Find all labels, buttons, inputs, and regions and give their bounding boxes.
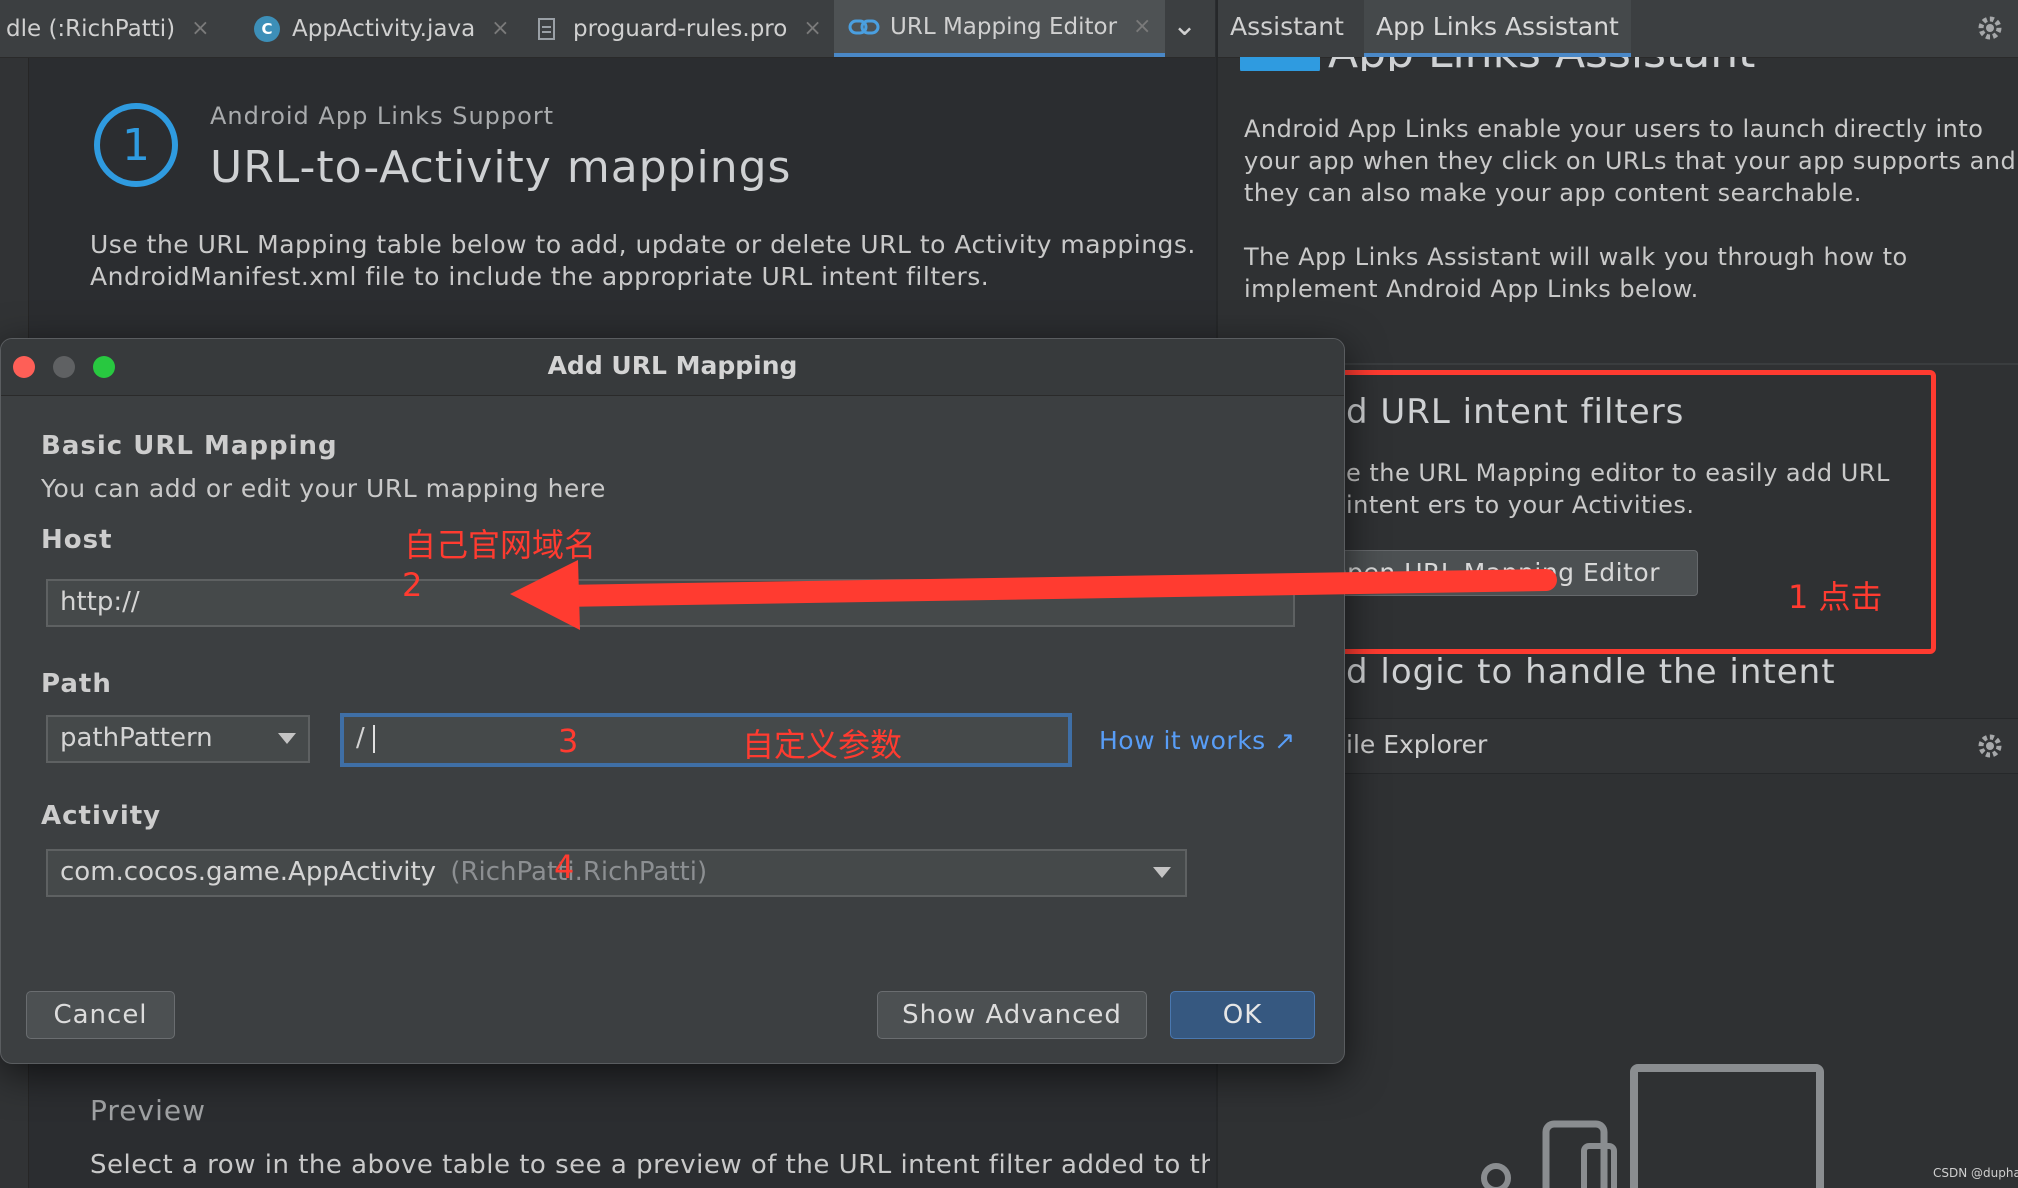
tab-appactivity-java[interactable]: C AppActivity.java × bbox=[254, 0, 510, 57]
annotation-number-3: 3 bbox=[558, 722, 579, 760]
add-url-mapping-dialog: Add URL Mapping Basic URL Mapping You ca… bbox=[0, 338, 1345, 1064]
annotation-domain-note: 自己官网域名 bbox=[404, 526, 597, 564]
tab-label: App Links Assistant bbox=[1376, 12, 1619, 41]
close-icon[interactable]: × bbox=[1133, 14, 1151, 39]
close-icon[interactable]: × bbox=[491, 16, 509, 41]
file-explorer-label[interactable]: ile Explorer bbox=[1346, 730, 1487, 759]
gear-icon[interactable] bbox=[1976, 14, 2004, 42]
path-label: Path bbox=[41, 669, 112, 699]
annotation-param-note: 自定义参数 bbox=[742, 726, 903, 764]
tab-label: proguard-rules.pro bbox=[573, 15, 788, 42]
annotation-number-4: 4 bbox=[554, 848, 575, 886]
tab-label: dle (:RichPatti) bbox=[6, 15, 176, 42]
cancel-button[interactable]: Cancel bbox=[26, 991, 175, 1039]
ok-button[interactable]: OK bbox=[1170, 991, 1315, 1039]
tab-label: AppActivity.java bbox=[292, 15, 476, 42]
text-cursor bbox=[373, 724, 376, 753]
dialog-titlebar: Add URL Mapping bbox=[1, 339, 1344, 396]
assistant-header-clipped: App Links Assistant bbox=[1240, 57, 2000, 71]
path-type-select[interactable]: pathPattern bbox=[46, 715, 310, 763]
page-title: URL-to-Activity mappings bbox=[210, 142, 792, 193]
host-input[interactable]: http:// bbox=[46, 579, 1295, 627]
close-icon[interactable]: × bbox=[803, 16, 821, 41]
app-links-logo-icon bbox=[1240, 57, 1320, 71]
link-icon bbox=[848, 19, 880, 34]
show-advanced-button[interactable]: Show Advanced bbox=[877, 991, 1147, 1039]
section-label: Android App Links Support bbox=[210, 102, 555, 130]
host-label: Host bbox=[41, 525, 113, 555]
annotation-number-2: 2 bbox=[402, 566, 423, 604]
devices-illustration-icon bbox=[1481, 1064, 1824, 1188]
section-title: Basic URL Mapping bbox=[41, 431, 338, 461]
how-it-works-link[interactable]: How it works ↗ bbox=[1099, 726, 1296, 755]
dropdown-arrow-icon bbox=[278, 733, 296, 744]
host-value: http:// bbox=[60, 587, 140, 617]
step-number-circle: 1 bbox=[94, 103, 178, 187]
assistant-header: App Links Assistant bbox=[1328, 57, 1755, 71]
preview-description: Select a row in the above table to see a… bbox=[90, 1150, 1210, 1180]
assistant-intro-1: Android App Links enable your users to l… bbox=[1244, 115, 2017, 207]
path-type-value: pathPattern bbox=[60, 723, 213, 753]
step-number: 1 bbox=[122, 119, 150, 171]
tab-label: URL Mapping Editor bbox=[890, 13, 1118, 40]
activity-label: Activity bbox=[41, 801, 162, 831]
editor-description-1: Use the URL Mapping table below to add, … bbox=[90, 230, 1196, 259]
tab-proguard-rules[interactable]: proguard-rules.pro × bbox=[538, 0, 822, 57]
file-icon bbox=[538, 17, 555, 40]
gear-icon[interactable] bbox=[1976, 732, 2004, 760]
tab-app-links-assistant[interactable]: App Links Assistant bbox=[1364, 0, 1631, 57]
tab-gradle-richpatti[interactable]: dle (:RichPatti) × bbox=[0, 0, 210, 57]
preview-title: Preview bbox=[90, 1094, 206, 1127]
tab-assistant[interactable]: Assistant bbox=[1230, 12, 1344, 41]
dropdown-arrow-icon bbox=[1153, 867, 1171, 878]
assistant-tab-bar: Assistant App Links Assistant bbox=[1218, 0, 2018, 58]
tab-url-mapping-editor[interactable]: URL Mapping Editor × bbox=[834, 0, 1166, 57]
close-icon[interactable]: × bbox=[191, 16, 209, 41]
step2-title: d logic to handle the intent bbox=[1346, 652, 1836, 692]
editor-tab-bar: dle (:RichPatti) × C AppActivity.java × … bbox=[0, 0, 1215, 58]
dialog-title: Add URL Mapping bbox=[547, 351, 798, 380]
path-input[interactable]: / bbox=[340, 713, 1072, 767]
java-class-icon: C bbox=[254, 15, 280, 42]
path-value: / bbox=[356, 723, 365, 753]
annotation-click-1: 1 点击 bbox=[1788, 578, 1883, 616]
section-description: You can add or edit your URL mapping her… bbox=[41, 474, 606, 503]
activity-select[interactable]: com.cocos.game.AppActivity (RichPatti.Ri… bbox=[46, 849, 1187, 897]
activity-module: (RichPatti.RichPatti) bbox=[450, 857, 708, 887]
editor-description-2: AndroidManifest.xml file to include the … bbox=[90, 262, 990, 291]
activity-value: com.cocos.game.AppActivity bbox=[60, 857, 437, 887]
watermark: CSDN @dupha bbox=[1933, 1166, 2018, 1180]
assistant-intro-2: The App Links Assistant will walk you th… bbox=[1244, 243, 1908, 303]
chevron-down-icon[interactable]: ⌄ bbox=[1172, 8, 1197, 43]
